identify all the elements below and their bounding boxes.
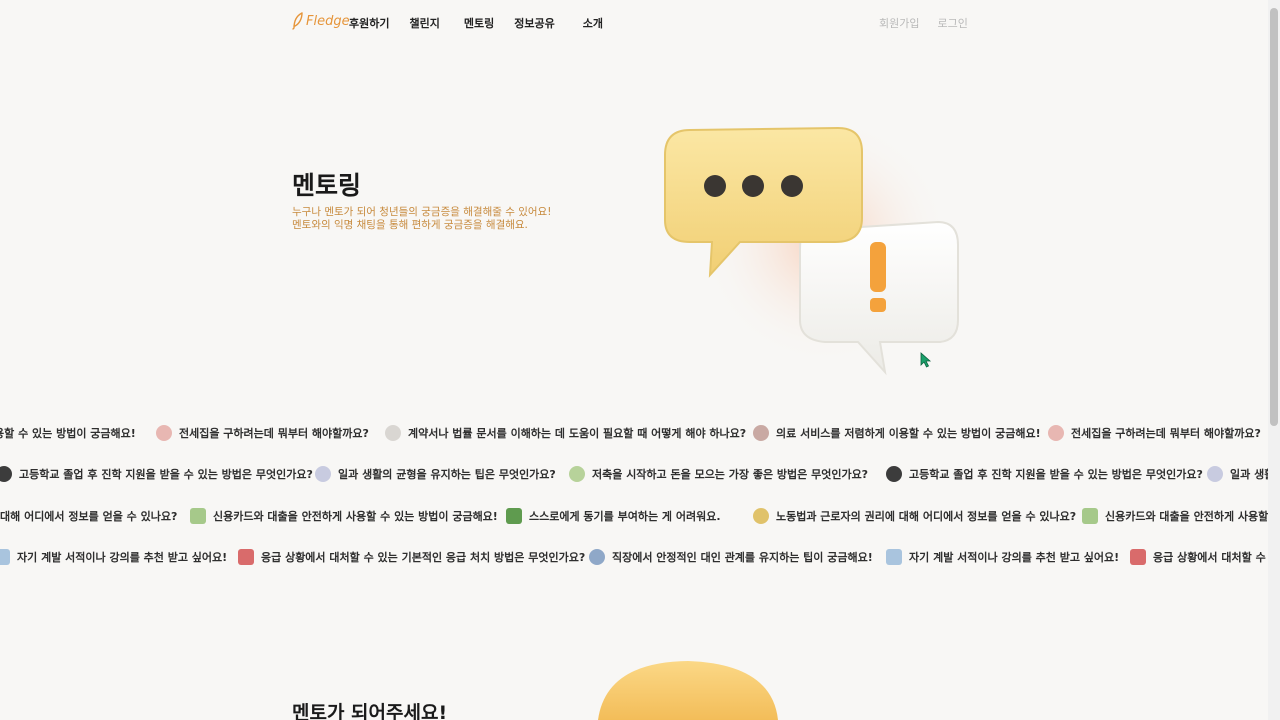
graduation-cap-icon bbox=[0, 466, 12, 482]
question-text: 직장에서 안정적인 대인 관계를 유지하는 팁이 궁금해요! bbox=[612, 551, 873, 564]
feather-icon bbox=[292, 12, 303, 30]
question-text: 전세집을 구하려는데 뭐부터 해야할까요? bbox=[179, 427, 369, 440]
vertical-scrollbar[interactable] bbox=[1268, 0, 1280, 720]
question-chip[interactable]: 대해 어디에서 정보를 얻을 수 있나요? bbox=[0, 501, 177, 531]
question-chip[interactable]: 전세집을 구하려는데 뭐부터 해야할까요? bbox=[156, 418, 369, 448]
question-chip[interactable]: 일과 생활의 균형을 유지하는 팁은 무엇인가요? bbox=[315, 459, 556, 489]
question-chip[interactable]: 용할 수 있는 방법이 궁금해요! bbox=[0, 418, 136, 448]
login-link[interactable]: 로그인 bbox=[937, 15, 967, 31]
people-icon bbox=[589, 549, 605, 565]
balance-scale-icon bbox=[315, 466, 331, 482]
pen-icon bbox=[385, 425, 401, 441]
question-chip[interactable]: 고등학교 졸업 후 진학 지원을 받을 수 있는 방법은 무엇인가요? bbox=[886, 459, 1203, 489]
question-text: 용할 수 있는 방법이 궁금해요! bbox=[0, 427, 136, 440]
logo-text: Fledge bbox=[306, 13, 350, 29]
question-text: 전세집을 구하려는데 뭐부터 해야할까요? bbox=[1071, 427, 1261, 440]
question-chip[interactable]: 응급 상황에서 대처할 수 있는 기본적인 응급 처치 방법은 무엇인가요? bbox=[238, 542, 585, 572]
question-chip[interactable]: 고등학교 졸업 후 진학 지원을 받을 수 있는 방법은 무엇인가요? bbox=[0, 459, 313, 489]
question-chip[interactable]: 전세집을 구하려는데 뭐부터 해야할까요? bbox=[1048, 418, 1261, 448]
logo[interactable]: Fledge bbox=[292, 12, 350, 30]
mouse-cursor-icon bbox=[920, 352, 932, 368]
question-text: 스스로에게 동기를 부여하는 게 어려워요. bbox=[529, 510, 721, 523]
question-text: 대해 어디에서 정보를 얻을 수 있나요? bbox=[0, 510, 178, 523]
top-header: Fledge 후원하기 챌린지 멘토링 정보공유 소개 회원가입 로그인 bbox=[0, 0, 1268, 46]
question-text: 응급 상황에서 대처할 수 있 bbox=[1153, 551, 1268, 564]
mentor-illustration bbox=[598, 661, 778, 720]
worker-icon bbox=[753, 508, 769, 524]
question-chip[interactable]: 신용카드와 대출을 안전하게 사용할 수 있는 방법이 궁금해요! bbox=[190, 501, 498, 531]
chat-bubbles-illustration bbox=[664, 115, 959, 376]
question-text: 응급 상황에서 대처할 수 있는 기본적인 응급 처치 방법은 무엇인가요? bbox=[261, 551, 586, 564]
section-title: 멘토가 되어주세요! bbox=[292, 702, 448, 720]
house-icon bbox=[156, 425, 172, 441]
main-nav: 후원하기 챌린지 멘토링 정보공유 소개 bbox=[349, 15, 623, 31]
hero-description: 누구나 멘토가 되어 청년들의 궁금증을 해결해줄 수 있어요! 멘토와의 익명… bbox=[292, 206, 551, 232]
nav-item-challenge[interactable]: 챌린지 bbox=[409, 15, 439, 31]
book-icon bbox=[506, 508, 522, 524]
question-text: 저축을 시작하고 돈을 모으는 가장 좋은 방법은 무엇인가요? bbox=[592, 468, 869, 481]
question-text: 자기 계발 서적이나 강의를 추천 받고 싶어요! bbox=[909, 551, 1120, 564]
question-text: 고등학교 졸업 후 진학 지원을 받을 수 있는 방법은 무엇인가요? bbox=[19, 468, 313, 481]
question-text: 고등학교 졸업 후 진학 지원을 받을 수 있는 방법은 무엇인가요? bbox=[909, 468, 1203, 481]
hero-description-line: 누구나 멘토가 되어 청년들의 궁금증을 해결해줄 수 있어요! bbox=[292, 206, 552, 218]
question-chip[interactable]: 의료 서비스를 저렴하게 이용할 수 있는 방법이 궁금해요! bbox=[753, 418, 1041, 448]
question-chip[interactable]: 자기 계발 서적이나 강의를 추천 받고 싶어요! bbox=[886, 542, 1119, 572]
house-icon bbox=[1048, 425, 1064, 441]
auth-links: 회원가입 로그인 bbox=[879, 15, 968, 31]
question-text: 계약서나 법률 문서를 이해하는 데 도움이 필요할 때 어떻게 해야 하나요? bbox=[408, 427, 747, 440]
question-marquee: 용할 수 있는 방법이 궁금해요! 전세집을 구하려는데 뭐부터 해야할까요? … bbox=[0, 418, 1268, 578]
credit-card-icon bbox=[1082, 508, 1098, 524]
nav-item-donate[interactable]: 후원하기 bbox=[349, 15, 389, 31]
question-chip[interactable]: 노동법과 근로자의 권리에 대해 어디에서 정보를 얻을 수 있나요? bbox=[753, 501, 1076, 531]
graduation-cap-icon bbox=[886, 466, 902, 482]
nav-item-mentoring[interactable]: 멘토링 bbox=[464, 15, 494, 31]
nav-item-about[interactable]: 소개 bbox=[583, 15, 603, 31]
page-title: 멘토링 bbox=[292, 171, 362, 200]
nav-item-info-share[interactable]: 정보공유 bbox=[514, 15, 554, 31]
first-aid-icon bbox=[1130, 549, 1146, 565]
money-icon bbox=[569, 466, 585, 482]
question-chip[interactable]: 계약서나 법률 문서를 이해하는 데 도움이 필요할 때 어떻게 해야 하나요? bbox=[385, 418, 746, 448]
question-chip[interactable]: 자기 계발 서적이나 강의를 추천 받고 싶어요! bbox=[0, 542, 227, 572]
scrollbar-thumb[interactable] bbox=[1270, 8, 1278, 426]
question-chip[interactable]: 응급 상황에서 대처할 수 있 bbox=[1130, 542, 1268, 572]
balance-scale-icon bbox=[1207, 466, 1223, 482]
question-text: 신용카드와 대출을 안전하게 사용할 수 있 bbox=[1105, 510, 1268, 523]
open-book-icon bbox=[0, 549, 10, 565]
credit-card-icon bbox=[190, 508, 206, 524]
signup-link[interactable]: 회원가입 bbox=[879, 15, 919, 31]
question-text: 일과 생활 bbox=[1230, 468, 1268, 481]
question-chip[interactable]: 스스로에게 동기를 부여하는 게 어려워요. bbox=[506, 501, 721, 531]
hero-description-line: 멘토와의 익명 채팅을 통해 편하게 궁금증을 해결해요. bbox=[292, 219, 528, 231]
question-chip[interactable]: 직장에서 안정적인 대인 관계를 유지하는 팁이 궁금해요! bbox=[589, 542, 873, 572]
open-book-icon bbox=[886, 549, 902, 565]
question-chip[interactable]: 일과 생활 bbox=[1207, 459, 1268, 489]
question-chip[interactable]: 신용카드와 대출을 안전하게 사용할 수 있 bbox=[1082, 501, 1268, 531]
question-text: 의료 서비스를 저렴하게 이용할 수 있는 방법이 궁금해요! bbox=[776, 427, 1041, 440]
question-text: 신용카드와 대출을 안전하게 사용할 수 있는 방법이 궁금해요! bbox=[213, 510, 498, 523]
first-aid-icon bbox=[238, 549, 254, 565]
question-text: 노동법과 근로자의 권리에 대해 어디에서 정보를 얻을 수 있나요? bbox=[776, 510, 1077, 523]
hospital-icon bbox=[753, 425, 769, 441]
page: Fledge 후원하기 챌린지 멘토링 정보공유 소개 회원가입 로그인 멘토링… bbox=[0, 0, 1280, 720]
question-text: 일과 생활의 균형을 유지하는 팁은 무엇인가요? bbox=[338, 468, 556, 481]
question-chip[interactable]: 저축을 시작하고 돈을 모으는 가장 좋은 방법은 무엇인가요? bbox=[569, 459, 868, 489]
question-text: 자기 계발 서적이나 강의를 추천 받고 싶어요! bbox=[17, 551, 228, 564]
